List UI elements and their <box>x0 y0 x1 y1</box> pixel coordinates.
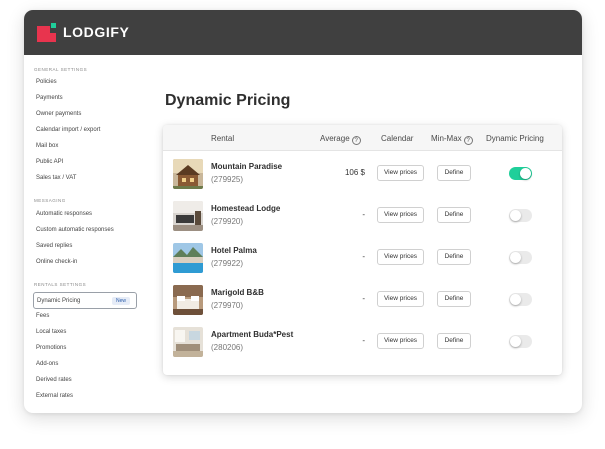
sidebar-item-sales-tax[interactable]: Sales tax / VAT <box>36 175 76 181</box>
sidebar-item-mail-box[interactable]: Mail box <box>36 143 58 149</box>
bedroom-photo-icon <box>173 285 203 315</box>
table-header: Rental Average? Calendar Min-Max? Dynami… <box>163 125 562 151</box>
sidebar-item-custom-automatic-responses[interactable]: Custom automatic responses <box>36 227 114 233</box>
sidebar-section-title: Rentals settings <box>34 282 87 287</box>
header-calendar: Calendar <box>381 134 414 143</box>
rental-name: Marigold B&B <box>211 288 264 297</box>
dynamic-pricing-toggle[interactable] <box>509 251 532 264</box>
header-rental: Rental <box>211 134 235 143</box>
sidebar-item-policies[interactable]: Policies <box>36 79 57 85</box>
sidebar-item-label: Dynamic Pricing <box>37 298 81 304</box>
average-price: - <box>362 294 365 303</box>
define-button[interactable]: Define <box>437 291 471 307</box>
sidebar-section-title: Messaging <box>34 198 66 203</box>
sidebar-item-add-ons[interactable]: Add-ons <box>36 361 58 367</box>
sidebar-item-public-api[interactable]: Public API <box>36 159 63 165</box>
sidebar-item-saved-replies[interactable]: Saved replies <box>36 243 72 249</box>
sidebar-section-title: General settings <box>34 67 88 72</box>
dynamic-pricing-toggle[interactable] <box>509 293 532 306</box>
sidebar-item-derived-rates[interactable]: Derived rates <box>36 377 72 383</box>
rental-id: (279922) <box>211 259 244 268</box>
dynamic-pricing-toggle[interactable] <box>509 209 532 222</box>
rental-id: (279970) <box>211 301 244 310</box>
toggle-knob <box>510 210 521 221</box>
average-price: - <box>362 252 365 261</box>
toggle-knob <box>510 294 521 305</box>
dynamic-pricing-toggle[interactable] <box>509 167 532 180</box>
table-row: Marigold B&B (279970) - View prices Defi… <box>163 280 562 322</box>
table-row: Homestead Lodge (279920) - View prices D… <box>163 196 562 238</box>
define-button[interactable]: Define <box>437 165 471 181</box>
header-minmax: Min-Max? <box>431 134 473 145</box>
toggle-knob <box>510 336 521 347</box>
sidebar-item-fees[interactable]: Fees <box>36 313 49 319</box>
rental-name: Hotel Palma <box>211 246 257 255</box>
view-prices-button[interactable]: View prices <box>377 333 424 349</box>
sidebar-item-external-rates[interactable]: External rates <box>36 393 73 399</box>
average-price: 106 $ <box>344 168 365 177</box>
sidebar-item-local-taxes[interactable]: Local taxes <box>36 329 66 335</box>
sidebar-item-online-check-in[interactable]: Online check-in <box>36 259 77 265</box>
rental-name: Mountain Paradise <box>211 162 283 171</box>
sidebar-item-owner-payments[interactable]: Owner payments <box>36 111 81 117</box>
rental-name: Apartment Buda*Pest <box>211 330 294 339</box>
help-icon[interactable]: ? <box>351 136 361 145</box>
dynamic-pricing-toggle[interactable] <box>509 335 532 348</box>
define-button[interactable]: Define <box>437 333 471 349</box>
toggle-knob <box>520 168 531 179</box>
rentals-pricing-table: Rental Average? Calendar Min-Max? Dynami… <box>163 125 562 375</box>
table-row: Mountain Paradise (279925) 106 $ View pr… <box>163 154 562 196</box>
view-prices-button[interactable]: View prices <box>377 165 424 181</box>
page-title: Dynamic Pricing <box>165 92 291 109</box>
rental-id: (279925) <box>211 175 244 184</box>
apartment-photo-icon <box>173 327 203 357</box>
average-price: - <box>362 210 365 219</box>
top-bar: LODGIFY <box>24 10 582 55</box>
header-minmax-label: Min-Max <box>431 134 462 143</box>
cabin-photo-icon <box>173 159 203 189</box>
logo-text: LODGIFY <box>63 24 130 40</box>
sidebar-item-automatic-responses[interactable]: Automatic responses <box>36 211 92 217</box>
view-prices-button[interactable]: View prices <box>377 291 424 307</box>
new-badge: New <box>111 297 130 305</box>
view-prices-button[interactable]: View prices <box>377 249 424 265</box>
settings-sidebar: General settings Policies Payments Owner… <box>24 55 144 413</box>
living-room-photo-icon <box>173 201 203 231</box>
define-button[interactable]: Define <box>437 207 471 223</box>
header-average-label: Average <box>320 134 350 143</box>
lodgify-logo-icon <box>37 23 56 42</box>
sidebar-item-payments[interactable]: Payments <box>36 95 63 101</box>
view-prices-button[interactable]: View prices <box>377 207 424 223</box>
rental-name: Homestead Lodge <box>211 204 281 213</box>
toggle-knob <box>510 252 521 263</box>
define-button[interactable]: Define <box>437 249 471 265</box>
pool-photo-icon <box>173 243 203 273</box>
table-row: Apartment Buda*Pest (280206) - View pric… <box>163 322 562 364</box>
rental-id: (280206) <box>211 343 244 352</box>
sidebar-item-calendar-import-export[interactable]: Calendar import / export <box>36 127 100 133</box>
average-price: - <box>362 336 365 345</box>
header-dynamic-pricing: Dynamic Pricing <box>486 134 544 143</box>
sidebar-item-dynamic-pricing[interactable]: Dynamic Pricing New <box>33 292 137 309</box>
table-row: Hotel Palma (279922) - View prices Defin… <box>163 238 562 280</box>
app-window: LODGIFY General settings Policies Paymen… <box>24 10 582 413</box>
header-average: Average? <box>320 134 361 145</box>
rental-id: (279920) <box>211 217 244 226</box>
help-icon[interactable]: ? <box>463 136 473 145</box>
sidebar-item-promotions[interactable]: Promotions <box>36 345 66 351</box>
